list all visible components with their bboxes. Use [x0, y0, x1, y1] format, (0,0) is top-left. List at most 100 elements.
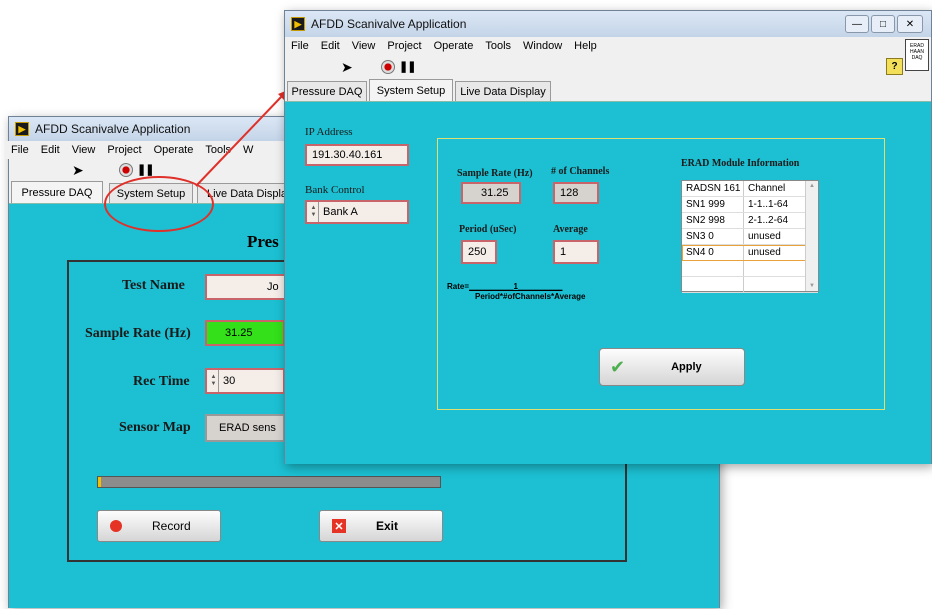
front-window-title: AFDD Scanivalve Application — [311, 17, 467, 31]
erad-table-row[interactable]: SN1 999 1-1..1-64 — [682, 197, 818, 213]
pause-icon[interactable]: ❚❚ — [399, 60, 416, 73]
tab-live-data-display[interactable]: Live Data Display — [455, 81, 551, 101]
tab-pressure-daq[interactable]: Pressure DAQ — [287, 81, 367, 101]
average-field[interactable]: 1 — [553, 240, 599, 264]
erad-table-row[interactable]: RADSN 161 Channel — [682, 181, 818, 197]
close-icon[interactable]: ✕ — [897, 15, 923, 33]
back-window-title: AFDD Scanivalve Application — [35, 122, 191, 136]
erad-module-table: RADSN 161 Channel SN1 999 1-1..1-64 SN2 998 2… — [681, 180, 819, 293]
erad-channel-cell — [744, 261, 806, 276]
record-button[interactable]: Record — [97, 510, 221, 542]
erad-serial-cell: SN4 0 — [682, 245, 744, 260]
rec-time-spinner-icon[interactable]: ▲ ▼ — [209, 370, 219, 392]
app-icon-front: ▶ — [291, 17, 305, 31]
menu-view[interactable]: View — [66, 144, 102, 156]
rec-time-field[interactable]: ▲ ▼ 30 — [205, 368, 285, 394]
erad-table-row[interactable]: SN4 0 unused — [682, 245, 818, 261]
front-panel: IP Address 191.30.40.161 Bank Control ▲ ▼… — [285, 101, 931, 464]
channels-indicator: 128 — [553, 182, 599, 204]
menu-operate[interactable]: Operate — [428, 40, 480, 52]
erad-serial-cell: SN1 999 — [682, 197, 744, 212]
test-name-field[interactable]: Jo — [205, 274, 295, 300]
erad-channel-cell: 1-1..1-64 — [748, 199, 789, 210]
abort-button-icon[interactable] — [119, 163, 133, 177]
rate-formula: Rate=__________1__________ Period*#ofCha… — [447, 282, 586, 301]
menu-view[interactable]: View — [346, 40, 382, 52]
record-icon — [110, 520, 122, 532]
erad-serial-cell — [682, 261, 744, 276]
erad-serial-cell: RADSN 161 — [682, 181, 744, 196]
menu-edit[interactable]: Edit — [315, 40, 346, 52]
erad-table-row[interactable] — [682, 261, 818, 277]
scroll-up-icon[interactable]: ▲ — [806, 183, 818, 189]
erad-module-title: ERAD Module Information — [681, 158, 800, 169]
scroll-down-icon[interactable]: ▼ — [806, 283, 818, 289]
vi-icon: ERAD HAAN DAQ — [905, 39, 929, 71]
menu-file[interactable]: File — [5, 144, 35, 156]
ip-address-field[interactable]: 191.30.40.161 — [305, 144, 409, 166]
minimize-icon[interactable]: — — [845, 15, 869, 33]
front-toolbar: ➤ ❚❚ ? — [285, 55, 931, 79]
front-tabs: Pressure DAQ System Setup Live Data Disp… — [285, 79, 931, 101]
apply-button[interactable]: ✔ Apply — [599, 348, 745, 386]
period-field[interactable]: 250 — [461, 240, 497, 264]
ip-address-label: IP Address — [305, 126, 353, 138]
menu-edit[interactable]: Edit — [35, 144, 66, 156]
menu-project[interactable]: Project — [101, 144, 147, 156]
front-menubar: File Edit View Project Operate Tools Win… — [285, 37, 931, 55]
menu-help[interactable]: Help — [568, 40, 603, 52]
menu-window[interactable]: W — [237, 144, 259, 156]
erad-channel-cell — [744, 277, 806, 292]
bank-spinner-icon[interactable]: ▲ ▼ — [309, 202, 319, 222]
bank-control-field[interactable]: ▲ ▼ Bank A — [305, 200, 409, 224]
progress-bar-fill — [98, 477, 102, 487]
exit-icon: ✕ — [332, 519, 346, 533]
run-arrow-icon[interactable]: ➤ — [341, 60, 353, 74]
erad-serial-cell: SN2 998 — [682, 213, 744, 228]
sample-rate-label: Sample Rate (Hz) — [85, 326, 191, 341]
erad-channel-cell: 2-1..2-64 — [748, 215, 789, 226]
channels-label: # of Channels — [551, 166, 610, 177]
back-panel-heading: Pres — [247, 232, 279, 251]
erad-serial-cell — [682, 277, 744, 292]
menu-file[interactable]: File — [285, 40, 315, 52]
bank-control-label: Bank Control — [305, 184, 365, 196]
erad-channel-cell: unused — [748, 231, 781, 242]
sample-rate-indicator: 31.25 — [461, 182, 521, 204]
menu-operate[interactable]: Operate — [148, 144, 200, 156]
period-label: Period (uSec) — [459, 224, 517, 235]
run-arrow-icon[interactable]: ➤ — [72, 163, 84, 177]
erad-rows: RADSN 161 Channel SN1 999 1-1..1-64 SN2 998 2… — [682, 181, 818, 293]
average-label: Average — [553, 224, 588, 235]
abort-button-icon[interactable] — [381, 60, 395, 74]
maximize-icon[interactable]: □ — [871, 15, 895, 33]
pause-icon[interactable]: ❚❚ — [137, 163, 154, 176]
sample-rate-label: Sample Rate (Hz) — [457, 168, 533, 179]
menu-window[interactable]: Window — [517, 40, 568, 52]
erad-channel-cell: Channel — [748, 183, 786, 194]
erad-serial-cell: SN3 0 — [682, 229, 744, 244]
menu-project[interactable]: Project — [381, 40, 427, 52]
sensor-map-label: Sensor Map — [119, 420, 191, 435]
erad-table-row[interactable]: SN2 998 2-1..2-64 — [682, 213, 818, 229]
menu-tools[interactable]: Tools — [199, 144, 237, 156]
erad-table-row[interactable] — [682, 277, 818, 293]
exit-button[interactable]: ✕ Exit — [319, 510, 443, 542]
menu-tools[interactable]: Tools — [479, 40, 517, 52]
tab-system-setup[interactable]: System Setup — [369, 79, 453, 101]
erad-scrollbar[interactable]: ▲ ▼ — [805, 181, 818, 291]
window-controls: — □ ✕ — [843, 15, 923, 33]
progress-bar — [97, 476, 441, 488]
tab-pressure-daq[interactable]: Pressure DAQ — [11, 181, 103, 203]
erad-table-row[interactable]: SN3 0 unused — [682, 229, 818, 245]
front-window-titlebar[interactable]: ▶ AFDD Scanivalve Application — □ ✕ — [285, 11, 931, 37]
checkmark-icon: ✔ — [610, 356, 626, 377]
sensor-map-ring[interactable]: ERAD sens — [205, 414, 285, 442]
context-help-icon[interactable]: ? — [886, 58, 903, 75]
app-icon: ▶ — [15, 122, 29, 136]
front-window: ▶ AFDD Scanivalve Application — □ ✕ File… — [284, 10, 932, 464]
annotation-circle — [104, 176, 214, 232]
rec-time-label: Rec Time — [133, 374, 190, 389]
test-name-label: Test Name — [122, 278, 185, 293]
sample-rate-indicator: 31.25 — [205, 320, 285, 346]
